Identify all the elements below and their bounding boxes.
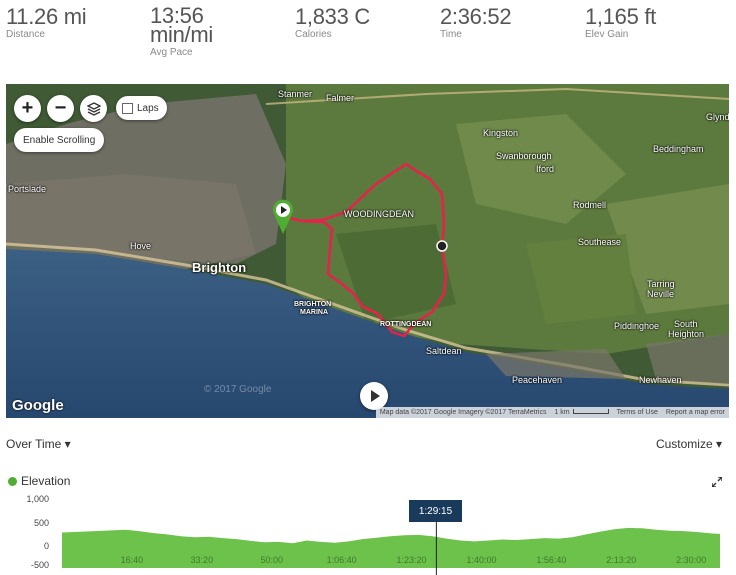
map-label: Neville (647, 289, 675, 299)
map-label: Iford (536, 164, 555, 174)
x-tick-label: 16:40 (121, 555, 144, 565)
map-label: Swanborough (496, 151, 552, 161)
stat-label: Elev Gain (585, 29, 629, 40)
google-logo: Google (12, 397, 64, 414)
map-label: ROTTINGDEAN (380, 321, 432, 328)
map-label: Kingston (483, 128, 519, 138)
play-icon (371, 390, 380, 402)
x-tick-label: 2:30:00 (676, 555, 706, 565)
x-tick-label: 1:56:40 (536, 555, 566, 565)
stat-calories: 1,833 C Calories (295, 6, 370, 41)
map-label: Falmer (326, 93, 355, 103)
map-label: Heighton (668, 329, 705, 339)
map-label: Piddinghoe (614, 321, 660, 331)
chart-legend: Elevation (8, 474, 70, 488)
satellite-imagery (6, 84, 729, 418)
x-tick-label: 50:00 (260, 555, 283, 565)
laps-toggle[interactable]: Laps (116, 96, 167, 120)
stat-elev-gain: 1,165 ft Elev Gain (585, 6, 656, 41)
stat-label: Time (440, 29, 462, 40)
laps-checkbox[interactable] (122, 102, 133, 114)
stat-value: 2:36:52 (440, 4, 512, 29)
x-tick-label: 1:23:20 (397, 555, 427, 565)
map-data-credit: Map data ©2017 Google Imagery ©2017 Terr… (379, 409, 547, 416)
laps-label: Laps (137, 102, 159, 114)
customize-dropdown[interactable]: Customize ▾ (656, 437, 722, 451)
route-marker (436, 240, 448, 252)
map-label: Brighton (192, 260, 247, 275)
zoom-out-button[interactable]: − (47, 95, 74, 122)
x-tick-label: 2:13:20 (606, 555, 636, 565)
map-label: BRIGHTON (294, 301, 332, 308)
x-tick-label: 1:40:00 (466, 555, 496, 565)
stat-value: 11.26 mi (6, 4, 87, 29)
map-label: Newhaven (639, 375, 682, 385)
stat-time: 2:36:52 Time (440, 4, 512, 41)
map-attribution: Map data ©2017 Google Imagery ©2017 Terr… (375, 407, 729, 418)
map-label: Beddingham (653, 144, 704, 154)
stat-pace: 13:56 min/mi Avg Pace (150, 5, 213, 59)
play-route-button[interactable] (360, 382, 388, 410)
map-label: Portslade (8, 184, 47, 194)
map-label: Hove (130, 241, 152, 251)
map-scale: 1 km (554, 409, 609, 416)
stat-value: 1,833 C (295, 4, 370, 29)
layers-icon (86, 101, 101, 116)
route-map[interactable]: + − Laps Enable Scrolling Stanmer Falmer… (6, 84, 729, 418)
map-label: South (674, 319, 698, 329)
x-tick-label: 1:06:40 (327, 555, 357, 565)
map-layers-button[interactable] (80, 95, 107, 122)
zoom-in-button[interactable]: + (14, 95, 41, 122)
enable-scrolling-button[interactable]: Enable Scrolling (14, 128, 105, 152)
map-label: Glynd (706, 112, 729, 122)
expand-icon[interactable] (711, 476, 723, 490)
stat-value-unit: min/mi (150, 22, 213, 47)
map-label: WOODINGDEAN (344, 209, 415, 219)
legend-swatch (8, 476, 17, 486)
stat-distance: 11.26 mi Distance (6, 4, 87, 41)
cursor-time-label: 1:29:15 (409, 500, 462, 522)
stat-value: 1,165 ft (585, 4, 656, 29)
map-label: Rodmell (573, 200, 607, 210)
legend-label: Elevation (21, 474, 71, 488)
elevation-plot: 16:40 33:20 50:00 1:06:40 1:23:20 1:40:00 1:56… (62, 520, 720, 575)
report-map-error-link[interactable]: Report a map error (666, 409, 725, 416)
map-label: Southease (578, 237, 622, 247)
stat-label: Avg Pace (150, 47, 193, 58)
map-label: Stanmer (278, 89, 313, 99)
over-time-dropdown[interactable]: Over Time ▾ (6, 437, 71, 451)
stat-label: Calories (295, 29, 332, 40)
map-label: Tarring (647, 279, 675, 289)
map-label: Peacehaven (512, 375, 563, 385)
map-watermark: © 2017 Google (204, 384, 272, 395)
stat-label: Distance (6, 29, 45, 40)
x-tick-label: 33:20 (191, 555, 214, 565)
terms-link[interactable]: Terms of Use (617, 409, 658, 416)
elevation-chart[interactable]: 1,000 500 0 -500 16:40 33:20 50:00 1:06:40 1… (0, 490, 736, 575)
map-scale-label: 1 km (554, 409, 570, 416)
map-label: MARINA (300, 309, 328, 316)
map-label: Saltdean (426, 346, 462, 356)
